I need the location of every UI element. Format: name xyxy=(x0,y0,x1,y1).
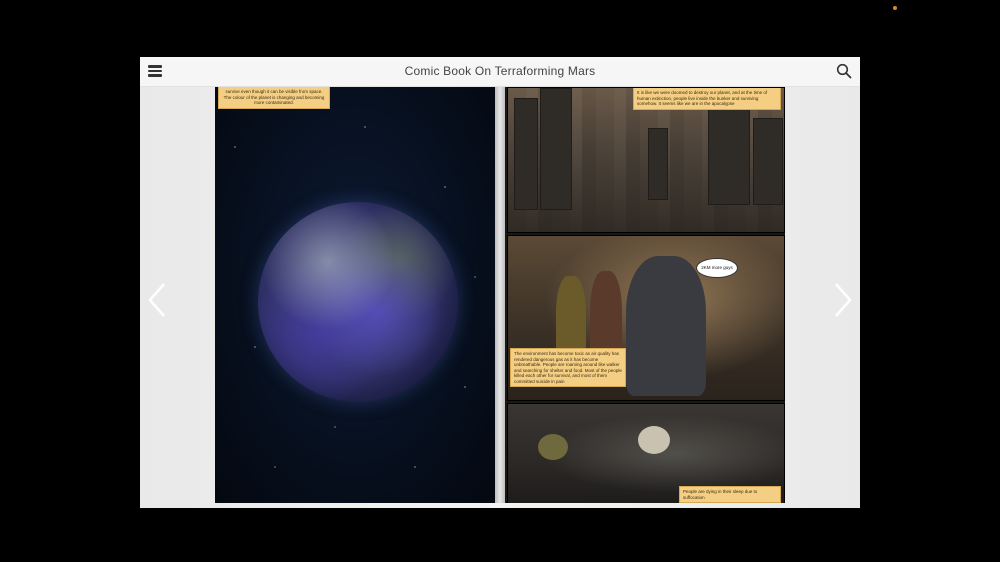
survivors-panel: 2KM more guys The environment has become… xyxy=(507,235,785,401)
ruined-building xyxy=(648,128,668,200)
left-page[interactable]: survive even though it can be visible fr… xyxy=(215,87,495,503)
status-indicator-dot xyxy=(893,6,897,10)
planet-illustration xyxy=(258,202,458,402)
reading-area: survive even though it can be visible fr… xyxy=(140,87,860,508)
ruined-city-panel: It is like we were doomed to destroy our… xyxy=(507,87,785,233)
right-page-caption-top: It is like we were doomed to destroy our… xyxy=(633,88,781,110)
chevron-left-icon[interactable] xyxy=(146,282,168,318)
skeletons-panel: People are dying in their sleep due to s… xyxy=(507,403,785,503)
right-page-caption-bottom: People are dying in their sleep due to s… xyxy=(679,486,781,503)
skull xyxy=(638,426,670,454)
survivor-figure-gasmask xyxy=(626,256,706,396)
book-spread: survive even though it can be visible fr… xyxy=(215,87,785,503)
ruined-building xyxy=(540,88,572,210)
chevron-right-icon[interactable] xyxy=(832,282,854,318)
book-gutter xyxy=(495,87,505,503)
left-page-caption: survive even though it can be visible fr… xyxy=(218,87,330,109)
ruined-building xyxy=(514,98,538,210)
book-title: Comic Book On Terraforming Mars xyxy=(404,64,596,78)
skull-gasmask xyxy=(538,434,568,460)
viewer-toolbar: Comic Book On Terraforming Mars xyxy=(140,57,860,87)
comic-viewer: Comic Book On Terraforming Mars survive … xyxy=(140,57,860,508)
ruined-building xyxy=(753,118,783,205)
right-page[interactable]: It is like we were doomed to destroy our… xyxy=(505,87,785,503)
speech-bubble: 2KM more guys xyxy=(696,258,738,278)
search-icon[interactable] xyxy=(836,63,852,79)
right-page-caption-middle: The environment has become toxic as air … xyxy=(510,348,626,387)
ruined-building xyxy=(708,108,750,205)
